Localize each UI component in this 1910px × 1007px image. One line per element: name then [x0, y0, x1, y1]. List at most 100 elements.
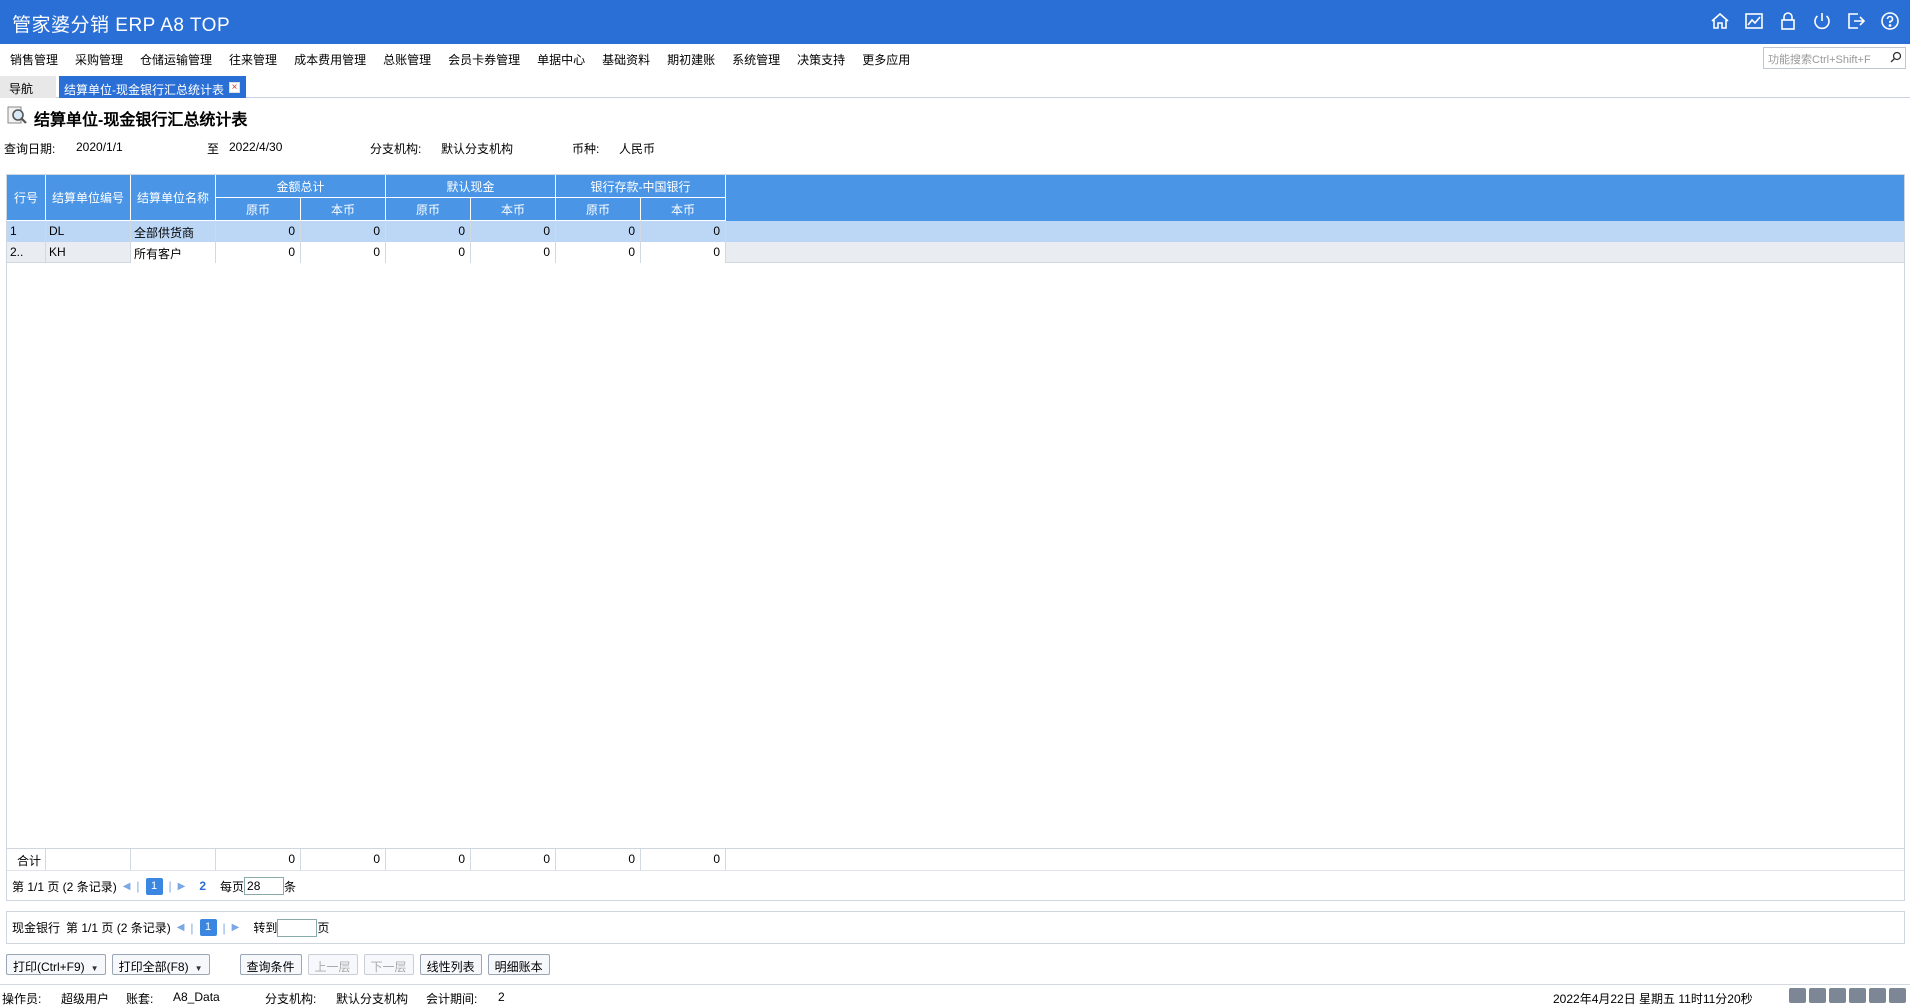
- function-search-input[interactable]: 功能搜索Ctrl+Shift+F: [1763, 47, 1906, 69]
- chart-icon[interactable]: [1744, 11, 1764, 31]
- cell-value: 0: [301, 221, 386, 242]
- page-button-current[interactable]: 1: [145, 877, 163, 895]
- cell-name: 所有客户: [131, 242, 216, 263]
- branch-label: 分支机构:: [370, 142, 422, 156]
- detail-ledger-button[interactable]: 明细账本: [487, 954, 550, 975]
- linear-list-button[interactable]: 线性列表: [419, 954, 482, 975]
- tab-nav[interactable]: 导航: [0, 76, 56, 98]
- message-icon[interactable]: [1789, 988, 1806, 1003]
- prev-page-icon[interactable]: ◀: [177, 922, 185, 933]
- cell-value: 0: [556, 242, 641, 263]
- grid-icon[interactable]: [1849, 988, 1866, 1003]
- next-page-icon[interactable]: ▶: [178, 881, 186, 892]
- report-grid: 行号 结算单位编号 结算单位名称 金额总计 默认现金 银行存款-中国银行 原币 …: [6, 174, 1905, 901]
- logout-icon[interactable]: [1846, 11, 1866, 31]
- goto-page-unit: 页: [317, 921, 330, 935]
- header-code[interactable]: 结算单位编号: [46, 175, 131, 221]
- header-row-no[interactable]: 行号: [7, 175, 46, 221]
- sub-grid-label: 现金银行: [12, 921, 61, 935]
- close-icon[interactable]: ×: [229, 82, 240, 93]
- filter-summary: 查询日期: 2020/1/1 至 2022/4/30 分支机构: 默认分支机构 …: [0, 139, 1910, 157]
- home-icon[interactable]: [1710, 11, 1730, 31]
- total-row: 合计 0 0 0 0 0 0: [7, 848, 1904, 870]
- title-bar: 管家婆分销 ERP A8 TOP: [0, 0, 1910, 44]
- menu-item[interactable]: 销售管理: [10, 51, 58, 68]
- chevron-down-icon[interactable]: ▼: [195, 964, 203, 973]
- period-value: 2: [498, 990, 505, 1004]
- lock-icon[interactable]: [1778, 11, 1798, 31]
- page-title-area: 结算单位-现金银行汇总统计表: [6, 104, 247, 131]
- total-label: 合计: [7, 849, 46, 870]
- header-sub-original[interactable]: 原币: [216, 198, 301, 221]
- apps-icon[interactable]: [1869, 988, 1886, 1003]
- menu-item[interactable]: 决策支持: [797, 51, 845, 68]
- menu-item[interactable]: 更多应用: [862, 51, 910, 68]
- header-sub-local[interactable]: 本币: [301, 198, 386, 221]
- query-conditions-button[interactable]: 查询条件: [239, 954, 302, 975]
- print-button[interactable]: 打印(Ctrl+F9) ▼: [6, 954, 106, 975]
- pager-separator: |: [190, 920, 194, 935]
- table-row[interactable]: 2.. KH 所有客户 0 0 0 0 0 0: [7, 242, 1904, 263]
- help-icon[interactable]: [1880, 11, 1900, 31]
- chevron-down-icon[interactable]: ▼: [91, 964, 99, 973]
- menu-item[interactable]: 会员卡券管理: [448, 51, 520, 68]
- next-page-icon[interactable]: ▶: [232, 922, 240, 933]
- notepad-icon[interactable]: [1809, 988, 1826, 1003]
- total-value: 0: [641, 849, 726, 870]
- currency-label: 币种:: [572, 142, 600, 156]
- header-name[interactable]: 结算单位名称: [131, 175, 216, 221]
- status-bar: 操作员: 超级用户 账套: A8_Data 分支机构: 默认分支机构 会计期间:…: [0, 984, 1910, 1007]
- total-value: 0: [471, 849, 556, 870]
- cell-row-no: 1: [7, 221, 46, 242]
- cell-value: 0: [641, 242, 726, 263]
- account-value: A8_Data: [173, 990, 220, 1004]
- header-group-bank: 银行存款-中国银行: [556, 175, 726, 198]
- total-value: 0: [301, 849, 386, 870]
- menu-item[interactable]: 期初建账: [667, 51, 715, 68]
- menu-item[interactable]: 基础资料: [602, 51, 650, 68]
- total-empty: [131, 849, 216, 870]
- header-sub-original[interactable]: 原币: [556, 198, 641, 221]
- search-placeholder: 功能搜索Ctrl+Shift+F: [1768, 54, 1871, 66]
- print-all-button[interactable]: 打印全部(F8) ▼: [111, 954, 210, 975]
- power-icon[interactable]: [1812, 11, 1832, 31]
- cell-value: 0: [216, 221, 301, 242]
- action-buttons: 打印(Ctrl+F9) ▼ 打印全部(F8) ▼ 查询条件 上一层 下一层 线性列表…: [6, 954, 556, 975]
- goto-label: 转到: [253, 921, 278, 935]
- branch-value: 默认分支机构: [336, 992, 409, 1006]
- menu-item[interactable]: 单据中心: [537, 51, 585, 68]
- menu-item[interactable]: 往来管理: [229, 51, 277, 68]
- per-page-input[interactable]: 28: [244, 877, 285, 895]
- page-jump-link[interactable]: 2: [199, 879, 206, 893]
- goto-page-input[interactable]: [277, 918, 318, 937]
- menu-item[interactable]: 系统管理: [732, 51, 780, 68]
- per-page-unit: 条: [284, 879, 297, 894]
- search-icon[interactable]: [1890, 51, 1902, 66]
- date-from: 2020/1/1: [76, 140, 123, 154]
- table-row[interactable]: 1 DL 全部供货商 0 0 0 0 0 0: [7, 221, 1904, 242]
- home-icon[interactable]: [1889, 988, 1906, 1003]
- header-group-cash: 默认现金: [386, 175, 556, 198]
- header-sub-local[interactable]: 本币: [641, 198, 726, 221]
- menu-item[interactable]: 采购管理: [75, 51, 123, 68]
- cell-value: 0: [556, 221, 641, 242]
- header-sub-local[interactable]: 本币: [471, 198, 556, 221]
- menu-item[interactable]: 总账管理: [383, 51, 431, 68]
- pager-separator: |: [136, 879, 140, 893]
- note-icon[interactable]: [1829, 988, 1846, 1003]
- level-up-button[interactable]: 上一层: [307, 954, 358, 975]
- menu-item[interactable]: 仓储运输管理: [140, 51, 212, 68]
- operator-label: 操作员:: [2, 992, 42, 1006]
- prev-page-icon[interactable]: ◀: [123, 881, 131, 892]
- tab-bar: 导航 结算单位-现金银行汇总统计表 ×: [0, 74, 1910, 98]
- header-sub-original[interactable]: 原币: [386, 198, 471, 221]
- menu-item[interactable]: 成本费用管理: [294, 51, 366, 68]
- tab-report[interactable]: 结算单位-现金银行汇总统计表 ×: [59, 76, 246, 98]
- operator-value: 超级用户: [61, 992, 110, 1006]
- page-button-current[interactable]: 1: [199, 919, 217, 936]
- cell-code: KH: [46, 242, 131, 263]
- per-page-label: 每页: [220, 879, 245, 894]
- menu-bar: 销售管理 采购管理 仓储运输管理 往来管理 成本费用管理 总账管理 会员卡券管理 单据中心 基础…: [0, 44, 1910, 72]
- print-all-button-label: 打印全部(F8): [118, 960, 189, 974]
- level-down-button[interactable]: 下一层: [363, 954, 414, 975]
